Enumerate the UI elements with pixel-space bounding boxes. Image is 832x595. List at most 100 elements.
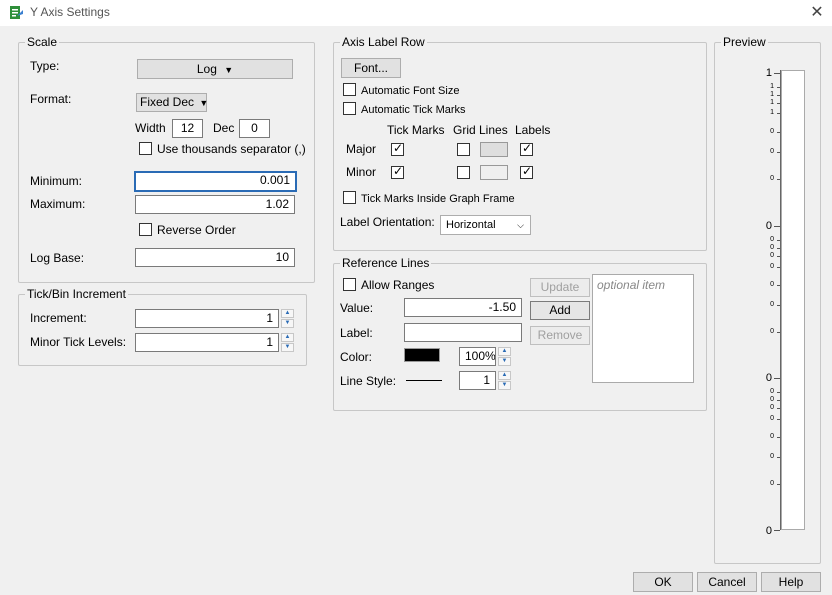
preview-tick-label: 1 bbox=[770, 109, 774, 116]
reference-value-input[interactable]: -1.50 bbox=[404, 298, 522, 317]
preview-tick-mark bbox=[777, 132, 780, 133]
preview-tick-label: 0 bbox=[770, 404, 774, 411]
log-base-label: Log Base: bbox=[30, 251, 85, 265]
preview-tick-mark bbox=[777, 457, 780, 458]
preview-tick-mark bbox=[777, 419, 780, 420]
minor-tick-levels-input[interactable]: 1 bbox=[135, 333, 279, 352]
label-orientation-dropdown[interactable]: Horizontal ⌵ bbox=[440, 215, 531, 235]
opacity-stepper[interactable]: ▲ ▼ bbox=[498, 347, 511, 366]
major-grid-color-swatch[interactable] bbox=[480, 142, 508, 157]
chevron-up-icon[interactable]: ▲ bbox=[498, 371, 511, 380]
remove-button[interactable]: Remove bbox=[530, 326, 590, 345]
reference-list-placeholder: optional item bbox=[597, 278, 666, 292]
thousands-checkbox[interactable] bbox=[139, 142, 152, 155]
preview-tick-mark bbox=[774, 73, 780, 74]
preview-tick-label: 0 bbox=[770, 433, 774, 440]
chevron-up-icon[interactable]: ▲ bbox=[498, 347, 511, 356]
dec-input[interactable]: 0 bbox=[239, 119, 270, 138]
cancel-button[interactable]: Cancel bbox=[697, 572, 757, 592]
auto-font-size-checkbox[interactable] bbox=[343, 83, 356, 96]
log-base-input[interactable]: 10 bbox=[135, 248, 295, 267]
axis-label-row-legend: Axis Label Row bbox=[340, 35, 427, 49]
line-width-input[interactable]: 1 bbox=[459, 371, 496, 390]
preview-tick-label: 0 bbox=[770, 388, 774, 395]
preview-tick-label: 0 bbox=[770, 148, 774, 155]
preview-tick-mark bbox=[774, 226, 780, 227]
preview-tick-label: 0 bbox=[770, 453, 774, 460]
minor-grid-checkbox[interactable] bbox=[457, 166, 470, 179]
reverse-order-label: Reverse Order bbox=[157, 223, 236, 237]
tick-marks-header: Tick Marks bbox=[387, 123, 445, 137]
preview-tick-label: 1 bbox=[770, 83, 774, 90]
increment-input[interactable]: 1 bbox=[135, 309, 279, 328]
auto-tick-marks-checkbox[interactable] bbox=[343, 102, 356, 115]
chevron-up-icon[interactable]: ▲ bbox=[281, 333, 294, 342]
chevron-up-icon[interactable]: ▲ bbox=[281, 309, 294, 318]
opacity-input[interactable]: 100% bbox=[459, 347, 496, 366]
reverse-order-checkbox[interactable] bbox=[139, 223, 152, 236]
minimum-input[interactable]: 0.001 bbox=[134, 171, 297, 192]
format-dropdown[interactable]: Fixed Dec ▼ bbox=[136, 93, 209, 112]
preview-axis-frame bbox=[781, 70, 805, 530]
preview-tick-mark bbox=[777, 95, 780, 96]
increment-stepper[interactable]: ▲ ▼ bbox=[281, 309, 294, 328]
line-style-sample[interactable] bbox=[406, 380, 442, 381]
format-label: Format: bbox=[30, 92, 72, 106]
major-grid-checkbox[interactable] bbox=[457, 143, 470, 156]
preview-tick-label: 0 bbox=[770, 301, 774, 308]
window-title: Y Axis Settings bbox=[30, 5, 110, 19]
preview-tick-mark bbox=[777, 305, 780, 306]
preview-tick-mark bbox=[777, 152, 780, 153]
preview-tick-mark bbox=[777, 400, 780, 401]
help-button[interactable]: Help bbox=[761, 572, 821, 592]
chevron-down-icon[interactable]: ▼ bbox=[281, 343, 294, 352]
chevron-down-icon[interactable]: ▼ bbox=[281, 319, 294, 328]
reference-color-swatch[interactable] bbox=[404, 348, 440, 362]
font-button[interactable]: Font... bbox=[341, 58, 401, 78]
minor-grid-color-swatch[interactable] bbox=[480, 165, 508, 180]
add-button[interactable]: Add bbox=[530, 301, 590, 320]
line-width-stepper[interactable]: ▲ ▼ bbox=[498, 371, 511, 390]
reference-label-input[interactable] bbox=[404, 323, 522, 342]
preview-tick-mark bbox=[777, 179, 780, 180]
preview-tick-mark bbox=[777, 103, 780, 104]
preview-tick-label-bottom: 0 bbox=[765, 525, 772, 537]
major-labels-checkbox[interactable]: ✓ bbox=[520, 141, 533, 156]
preview-tick-mark bbox=[777, 87, 780, 88]
width-input[interactable]: 12 bbox=[172, 119, 203, 138]
preview-axis-line bbox=[780, 70, 781, 530]
type-dropdown[interactable]: Log ▼ bbox=[137, 59, 293, 79]
preview-tick-label: 0 bbox=[770, 328, 774, 335]
auto-font-size-label: Automatic Font Size bbox=[361, 85, 460, 97]
format-value: Fixed Dec bbox=[140, 95, 195, 109]
close-icon[interactable]: ✕ bbox=[806, 2, 828, 24]
preview-tick-mark bbox=[777, 437, 780, 438]
ok-button[interactable]: OK bbox=[633, 572, 693, 592]
chevron-down-icon: ⌵ bbox=[517, 220, 524, 230]
dec-label: Dec bbox=[213, 121, 235, 135]
preview-tick-mark bbox=[777, 408, 780, 409]
type-label: Type: bbox=[30, 59, 60, 73]
type-value: Log bbox=[196, 62, 217, 76]
label-orientation-label: Label Orientation: bbox=[340, 215, 435, 229]
update-button[interactable]: Update bbox=[530, 278, 590, 297]
tick-inside-frame-checkbox[interactable] bbox=[343, 191, 356, 204]
preview-tick-mark bbox=[774, 530, 780, 531]
auto-tick-marks-label: Automatic Tick Marks bbox=[361, 104, 466, 116]
minor-tick-checkbox[interactable]: ✓ bbox=[391, 164, 404, 179]
maximum-input[interactable]: 1.02 bbox=[135, 195, 295, 214]
preview-tick-label: 0 bbox=[770, 236, 774, 243]
caret-down-icon: ▼ bbox=[199, 98, 209, 108]
preview-tick-label: 0 bbox=[770, 396, 774, 403]
minor-tick-stepper[interactable]: ▲ ▼ bbox=[281, 333, 294, 352]
minor-labels-checkbox[interactable]: ✓ bbox=[520, 164, 533, 179]
preview-tick-mark bbox=[777, 248, 780, 249]
chevron-down-icon[interactable]: ▼ bbox=[498, 381, 511, 390]
reference-list[interactable]: optional item bbox=[592, 274, 694, 383]
chevron-down-icon[interactable]: ▼ bbox=[498, 357, 511, 366]
preview-tick-label: 0 bbox=[770, 281, 774, 288]
major-tick-checkbox[interactable]: ✓ bbox=[391, 141, 404, 156]
minor-row-label: Minor bbox=[346, 165, 377, 179]
allow-ranges-checkbox[interactable] bbox=[343, 278, 356, 291]
preview-tick-mark bbox=[777, 285, 780, 286]
